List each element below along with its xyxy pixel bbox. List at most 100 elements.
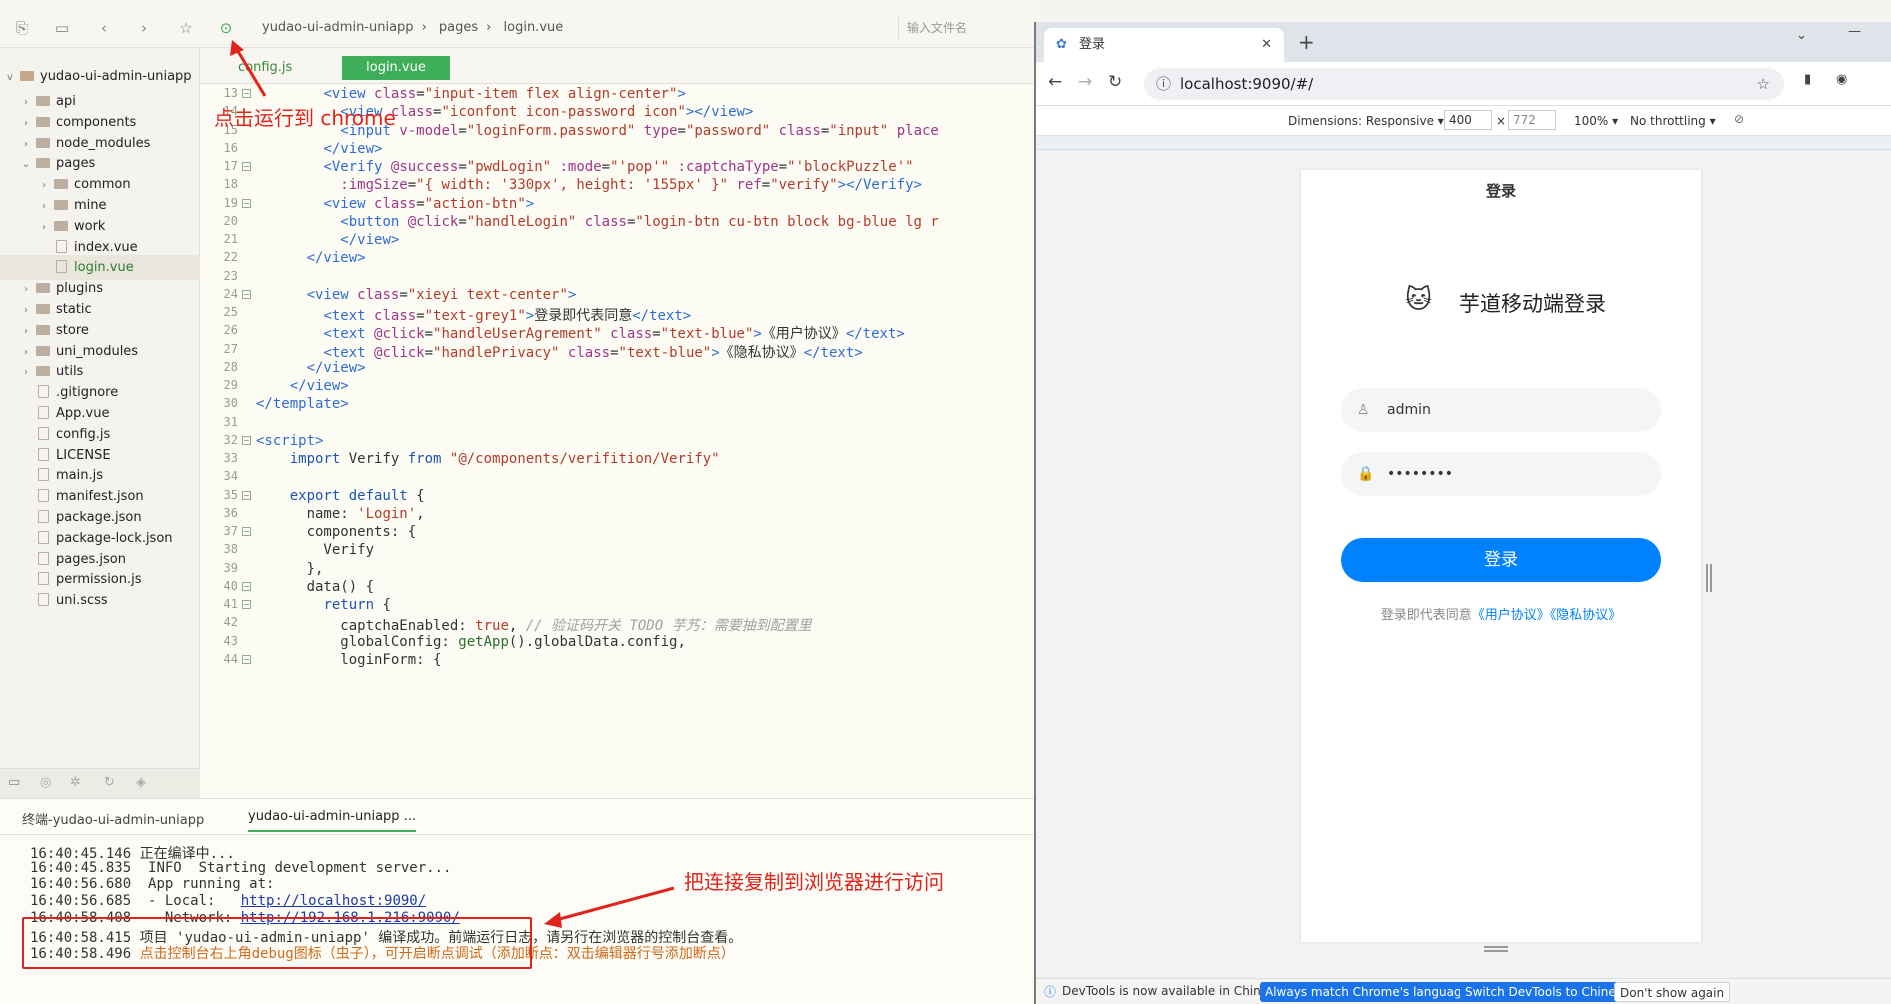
rotate-icon[interactable]: ⊘ (1734, 112, 1744, 126)
new-tab-icon[interactable]: + (1298, 30, 1315, 54)
plugin-icon[interactable]: ◎ (40, 775, 51, 790)
profile-icon[interactable]: ◉ (1836, 72, 1847, 87)
file-search-input[interactable]: 输入文件名 (898, 17, 1034, 39)
code-line[interactable]: return { (256, 597, 390, 613)
tab-search-icon[interactable]: ⌄ (1796, 28, 1807, 43)
line-number[interactable]: 38 (200, 542, 238, 556)
code-line[interactable]: </view> (256, 141, 382, 157)
code-line[interactable]: Verify (256, 542, 374, 558)
back-icon[interactable]: ← (1048, 72, 1062, 92)
code-line[interactable]: <text @click="handleUserAgrement" class=… (256, 323, 904, 343)
minimize-icon[interactable]: — (1848, 24, 1861, 39)
login-button[interactable]: 登录 (1341, 538, 1661, 582)
tab-login-vue[interactable]: login.vue (342, 56, 450, 80)
project-root[interactable]: v yudao-ui-admin-uniapp (0, 64, 200, 89)
console-tab-terminal[interactable]: 终端-yudao-ui-admin-uniapp (22, 809, 204, 828)
line-number[interactable]: 28 (200, 360, 238, 374)
run-icon[interactable]: ⊙ (216, 18, 236, 38)
line-number[interactable]: 21 (200, 232, 238, 246)
line-number[interactable]: 32 (200, 433, 238, 447)
new-file-icon[interactable]: ⎘ (12, 18, 32, 38)
code-line[interactable]: <button @click="handleLogin" class="logi… (256, 214, 939, 230)
breadcrumb-folder[interactable]: pages (439, 20, 478, 35)
line-number[interactable]: 23 (200, 269, 238, 283)
network-icon[interactable]: ◈ (136, 775, 146, 790)
line-number[interactable]: 44 (200, 652, 238, 666)
resize-handle-right[interactable] (1706, 564, 1712, 592)
fold-toggle-icon[interactable]: − (242, 289, 251, 299)
site-info-icon[interactable]: ⓘ (1156, 68, 1171, 100)
code-line[interactable]: loginForm: { (256, 652, 441, 668)
fold-toggle-icon[interactable]: − (242, 89, 251, 98)
line-number[interactable]: 41 (200, 597, 238, 611)
fold-toggle-icon[interactable]: − (242, 600, 251, 609)
line-number[interactable]: 42 (200, 615, 238, 629)
console-tab-run[interactable]: yudao-ui-admin-uniapp ... (248, 809, 417, 832)
code-line[interactable]: }, (256, 561, 324, 577)
line-number[interactable]: 26 (200, 323, 238, 337)
folder-icon[interactable]: ▭ (8, 775, 20, 790)
code-line[interactable]: <view class="xieyi text-center"> (256, 287, 577, 303)
tab-close-icon[interactable]: ✕ (1261, 28, 1272, 62)
user-agreement-link[interactable]: 《用户协议》 (1472, 608, 1550, 623)
resize-handle-bottom[interactable] (1484, 946, 1508, 952)
line-number[interactable]: 34 (200, 469, 238, 483)
fold-toggle-icon[interactable]: − (242, 162, 251, 171)
code-line[interactable]: components: { (256, 524, 417, 540)
line-number[interactable]: 17 (200, 159, 238, 173)
code-line[interactable]: <view class="action-btn"> (256, 196, 534, 212)
line-number[interactable]: 39 (200, 561, 238, 575)
height-input[interactable]: 772 (1508, 110, 1556, 130)
breadcrumb-project[interactable]: yudao-ui-admin-uniapp (262, 20, 414, 35)
line-number[interactable]: 35 (200, 488, 238, 502)
password-field[interactable]: 🔒 •••••••• (1341, 452, 1661, 496)
bug-icon[interactable]: ✲ (70, 775, 81, 790)
line-number[interactable]: 30 (200, 396, 238, 410)
back-icon[interactable]: ‹ (94, 18, 114, 38)
line-number[interactable]: 29 (200, 378, 238, 392)
url-input[interactable]: ⓘ localhost:9090/#/ ☆ (1144, 68, 1784, 100)
code-line[interactable]: </view> (256, 360, 366, 376)
line-number[interactable]: 33 (200, 451, 238, 465)
dimensions-select[interactable]: Dimensions: Responsive ▾ (1288, 114, 1444, 128)
code-line[interactable]: </view> (256, 232, 399, 248)
breadcrumb-file[interactable]: login.vue (504, 20, 564, 35)
code-line[interactable]: import Verify from "@/components/verifit… (256, 451, 720, 467)
sidebar-item-uni-scss[interactable]: uni.scss (0, 588, 200, 613)
line-number[interactable]: 16 (200, 141, 238, 155)
line-number[interactable]: 43 (200, 634, 238, 648)
code-line[interactable]: <script> (256, 433, 323, 449)
switch-chinese-button[interactable]: Switch DevTools to Chinese (1460, 982, 1635, 1002)
line-number[interactable]: 13 (200, 86, 238, 100)
fold-toggle-icon[interactable]: − (242, 654, 251, 664)
tab-config-js[interactable]: config.js (220, 56, 310, 80)
fold-toggle-icon[interactable]: − (242, 527, 251, 536)
line-number[interactable]: 20 (200, 214, 238, 228)
throttle-select[interactable]: No throttling ▾ (1630, 114, 1716, 128)
zoom-select[interactable]: 100% ▾ (1574, 114, 1618, 128)
line-number[interactable]: 36 (200, 506, 238, 520)
code-line[interactable]: name: 'Login', (256, 506, 425, 522)
code-line[interactable]: </template> (256, 396, 349, 412)
privacy-link[interactable]: 《隐私协议》 (1550, 608, 1622, 623)
fold-toggle-icon[interactable]: − (242, 490, 251, 500)
forward-icon[interactable]: › (134, 18, 154, 38)
console-link[interactable]: http://localhost:9090/ (241, 893, 426, 909)
code-line[interactable]: globalConfig: getApp().globalData.config… (256, 634, 686, 650)
line-number[interactable]: 25 (200, 305, 238, 319)
code-line[interactable]: <text @click="handlePrivacy" class="text… (256, 342, 862, 362)
code-line[interactable]: export default { (256, 488, 425, 504)
browser-tab[interactable]: ✿ 登录 ✕ (1044, 28, 1284, 62)
code-line[interactable]: </view> (256, 378, 349, 394)
fold-toggle-icon[interactable]: − (242, 435, 251, 445)
dont-show-button[interactable]: Don't show again (1614, 982, 1731, 1002)
forward-icon[interactable]: → (1078, 72, 1092, 92)
username-field[interactable]: ♙ admin (1341, 388, 1661, 432)
match-language-button[interactable]: Always match Chrome's language (1260, 982, 1474, 1002)
save-icon[interactable]: ▭ (52, 18, 72, 38)
code-line[interactable]: </view> (256, 250, 366, 266)
code-line[interactable]: <Verify @success="pwdLogin" :mode="'pop'… (256, 159, 913, 175)
code-line[interactable]: data() { (256, 579, 374, 595)
line-number[interactable]: 18 (200, 177, 238, 191)
star-icon[interactable]: ☆ (176, 18, 196, 38)
